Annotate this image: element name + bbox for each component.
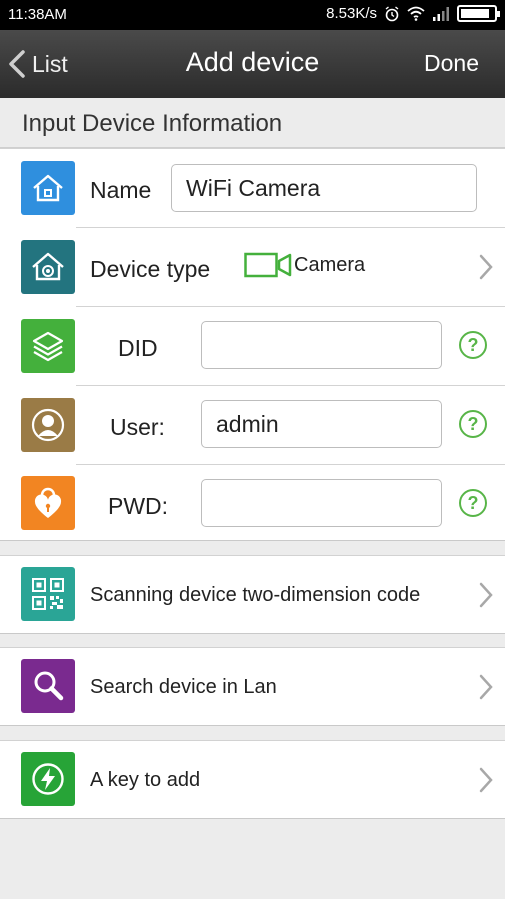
home-icon (21, 161, 75, 215)
pwd-row: PWD: ? (0, 465, 505, 543)
one-key-add-label: A key to add (90, 769, 201, 791)
layers-icon (21, 319, 75, 373)
scan-qr-label: Scanning device two-dimension code (90, 584, 421, 606)
section-header: Input Device Information (0, 98, 505, 148)
did-label: DID (118, 335, 158, 361)
device-type-row[interactable]: Device type Camera (0, 228, 505, 306)
camera-icon (244, 252, 292, 278)
status-bar: 11:38AM 8.53K/s (0, 0, 505, 30)
chevron-right-icon (479, 767, 493, 793)
section-title: Input Device Information (22, 110, 283, 137)
did-help-icon[interactable]: ? (459, 331, 487, 359)
done-button[interactable]: Done (424, 50, 479, 77)
device-type-value: Camera (244, 252, 365, 278)
name-input[interactable] (171, 164, 477, 212)
lightning-bolt-icon (21, 752, 75, 806)
user-row: User: ? (0, 386, 505, 464)
pwd-help-icon[interactable]: ? (459, 489, 487, 517)
did-row: DID ? (0, 307, 505, 385)
search-lan-label: Search device in Lan (90, 676, 277, 698)
lock-icon (21, 476, 75, 530)
user-help-icon[interactable]: ? (459, 410, 487, 438)
device-type-label: Device type (90, 256, 211, 282)
chevron-right-icon (479, 674, 493, 700)
user-label: User: (110, 414, 165, 440)
pwd-label: PWD: (108, 493, 169, 519)
chevron-right-icon (479, 582, 493, 608)
status-right: 8.53K/s (326, 5, 500, 22)
camera-home-icon (21, 240, 75, 294)
status-time: 11:38AM (8, 6, 67, 23)
user-input[interactable] (201, 400, 442, 448)
qr-code-icon (21, 567, 75, 621)
alarm-icon (385, 5, 399, 21)
wifi-icon (407, 6, 425, 21)
device-info-form: Name Device type Camera (0, 148, 505, 541)
search-lan-option[interactable]: Search device in Lan (0, 647, 505, 726)
pwd-input[interactable] (201, 479, 442, 527)
nav-bar: List Add device Done (0, 30, 505, 98)
name-label: Name (90, 177, 152, 203)
one-key-add-option[interactable]: A key to add (0, 740, 505, 819)
battery-icon (457, 5, 500, 22)
did-input[interactable] (201, 321, 442, 369)
scan-qr-option[interactable]: Scanning device two-dimension code (0, 555, 505, 634)
status-net-speed: 8.53K/s (326, 5, 377, 22)
signal-icon (433, 7, 449, 21)
chevron-right-icon (479, 254, 493, 280)
device-type-text: Camera (294, 253, 366, 276)
search-icon (21, 659, 75, 713)
user-avatar-icon (21, 398, 75, 452)
name-row: Name (0, 149, 505, 227)
